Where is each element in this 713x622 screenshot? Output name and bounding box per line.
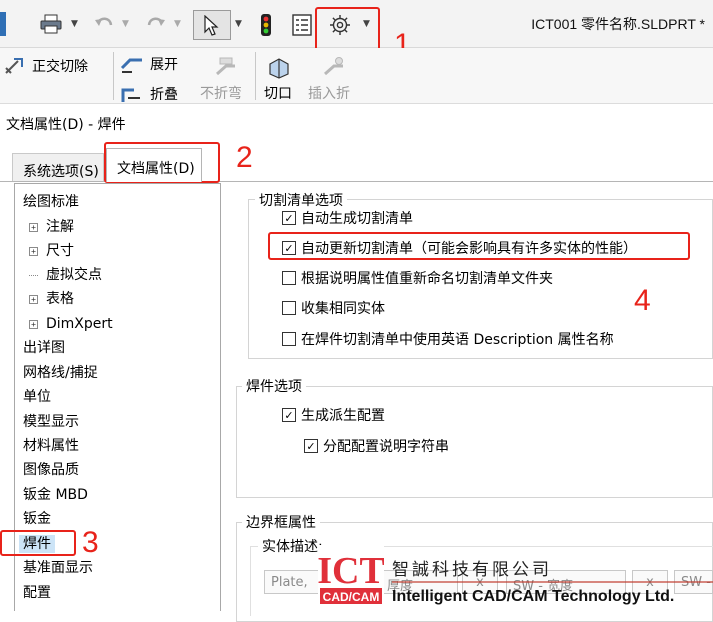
ict-logo: ICT CAD/CAM	[317, 545, 385, 609]
tree-item-grid-snap[interactable]: 网格线/捕捉	[23, 364, 98, 382]
watermark-rule	[392, 581, 713, 583]
tree-connector	[29, 274, 38, 276]
tab-document-properties[interactable]: 文档属性(D)	[106, 148, 202, 182]
annotation-box-3	[0, 530, 76, 556]
option-label: 生成派生配置	[301, 408, 385, 424]
expand-icon[interactable]: +	[29, 222, 38, 232]
expand-icon[interactable]: +	[29, 294, 38, 304]
redo-dropdown-icon[interactable]: ▼	[174, 20, 181, 29]
insert-bend-icon	[324, 57, 343, 76]
no-bend-button[interactable]: 不折弯	[196, 56, 252, 102]
fold-button[interactable]: 折叠	[120, 84, 178, 103]
undo-icon[interactable]	[90, 12, 118, 36]
tab-system-options[interactable]: 系统选项(S)	[12, 153, 104, 181]
tree-item-annotations[interactable]: + 注解	[29, 218, 74, 236]
tree-item-dimensions[interactable]: + 尺寸	[29, 242, 74, 260]
checkbox[interactable]	[282, 271, 296, 285]
select-pointer-icon	[204, 15, 219, 36]
print-dropdown-icon[interactable]: ▼	[71, 20, 78, 29]
orthogonal-cut-button[interactable]: 正交切除	[4, 56, 88, 76]
sheet-metal-ribbon: 正交切除 展开 折叠 不折弯 切口 插入折	[0, 48, 713, 104]
option-label: 在焊件切割清单中使用英语 Description 属性名称	[301, 332, 614, 348]
redo-icon[interactable]	[142, 12, 170, 36]
tree-item-sheet-metal-mbd[interactable]: 钣金 MBD	[23, 486, 88, 504]
tree-item-label: 虚拟交点	[46, 267, 102, 283]
tree-item-sheet-metal[interactable]: 钣金	[23, 510, 51, 528]
option-label: 分配配置说明字符串	[323, 439, 449, 455]
checkbox[interactable]: ✓	[304, 439, 318, 453]
body-description-label: 实体描述:	[258, 536, 327, 556]
weldment-options-title: 焊件选项	[242, 376, 306, 396]
annotation-box-4	[268, 232, 690, 260]
expand-label: 展开	[150, 57, 178, 73]
window-title: ICT001 零件名称.SLDPRT *	[531, 16, 705, 32]
tree-item-image-quality[interactable]: 图像品质	[23, 461, 79, 479]
expand-icon[interactable]: +	[29, 246, 38, 256]
unfold-icon	[120, 58, 142, 73]
tree-item-configurations[interactable]: 配置	[23, 584, 51, 602]
option-create-derived-configurations[interactable]: ✓ 生成派生配置	[282, 405, 385, 425]
rip-button[interactable]: 切口	[260, 56, 300, 102]
option-label: 根据说明属性值重新命名切割清单文件夹	[301, 271, 553, 287]
annotation-number-2: 2	[236, 141, 253, 174]
logo-text: ICT	[318, 550, 384, 592]
checkbox[interactable]: ✓	[282, 408, 296, 422]
annotation-number-3: 3	[82, 526, 99, 559]
orthogonal-cut-icon	[5, 58, 23, 74]
ribbon-separator	[255, 52, 256, 100]
no-bend-label: 不折弯	[200, 86, 242, 102]
tree-item-units[interactable]: 单位	[23, 388, 51, 406]
insert-bend-button[interactable]: 插入折	[306, 56, 366, 102]
checkbox[interactable]	[282, 332, 296, 346]
fold-label: 折叠	[150, 87, 178, 103]
tree-item-label: 注解	[46, 219, 74, 235]
tree-item-label: 表格	[46, 291, 74, 307]
bounding-box-properties-title: 边界框属性	[242, 512, 320, 532]
rip-label: 切口	[264, 86, 292, 102]
option-rename-cut-list-folders[interactable]: 根据说明属性值重新命名切割清单文件夹	[282, 268, 553, 288]
undo-dropdown-icon[interactable]: ▼	[122, 20, 129, 29]
insert-bend-label: 插入折	[308, 86, 350, 102]
traffic-light-icon[interactable]	[255, 12, 277, 38]
expand-icon[interactable]: +	[29, 319, 38, 329]
option-assign-configuration-description[interactable]: ✓ 分配配置说明字符串	[304, 436, 449, 456]
checkbox[interactable]	[282, 301, 296, 315]
option-auto-create-cut-list[interactable]: ✓ 自动生成切割清单	[282, 208, 413, 228]
option-label: 收集相同实体	[301, 301, 385, 317]
annotation-number-4: 4	[634, 284, 651, 317]
quick-access-toolbar: ▼ ▼ ▼ ▼ ▼ 1 ICT001 零件名称.SLDPRT *	[0, 0, 713, 60]
tree-item-model-display[interactable]: 模型显示	[23, 413, 79, 431]
option-english-description[interactable]: 在焊件切割清单中使用英语 Description 属性名称	[282, 329, 614, 349]
fold-icon	[121, 88, 140, 102]
dialog-title: 文档属性(D) - 焊件	[6, 117, 126, 133]
option-label: 自动生成切割清单	[301, 211, 413, 227]
tree-item-drafting-standard[interactable]: 绘图标准	[23, 193, 79, 211]
file-properties-icon[interactable]	[289, 12, 315, 38]
tree-item-dimxpert[interactable]: + DimXpert	[29, 315, 113, 333]
rip-icon	[269, 58, 289, 79]
tree-item-detailing[interactable]: 出详图	[23, 339, 65, 357]
checkbox[interactable]: ✓	[282, 211, 296, 225]
tree-item-label: DimXpert	[46, 316, 113, 332]
ribbon-separator	[113, 52, 114, 100]
option-collect-identical-bodies[interactable]: 收集相同实体	[282, 298, 385, 318]
tree-item-tables[interactable]: + 表格	[29, 290, 74, 308]
company-name-english: Intelligent CAD/CAM Technology Ltd.	[392, 588, 675, 605]
annotation-box-1	[315, 7, 380, 51]
tree-item-virtual-sharps[interactable]: 虚拟交点	[29, 266, 102, 284]
app-edge-icon	[0, 12, 6, 36]
logo-subtext: CAD/CAM	[323, 590, 380, 604]
tree-item-label: 尺寸	[46, 243, 74, 259]
tree-item-plane-display[interactable]: 基准面显示	[23, 559, 93, 577]
select-button[interactable]	[193, 10, 231, 40]
print-icon[interactable]	[36, 12, 66, 36]
tree-item-material-properties[interactable]: 材料属性	[23, 437, 79, 455]
no-bend-icon	[216, 57, 235, 76]
orthogonal-cut-label: 正交切除	[32, 59, 88, 75]
cut-list-options-title: 切割清单选项	[255, 190, 347, 210]
company-name-chinese: 智誠科技有限公司	[392, 560, 552, 580]
select-dropdown-icon[interactable]: ▼	[235, 20, 242, 29]
expand-button[interactable]: 展开	[120, 54, 178, 74]
